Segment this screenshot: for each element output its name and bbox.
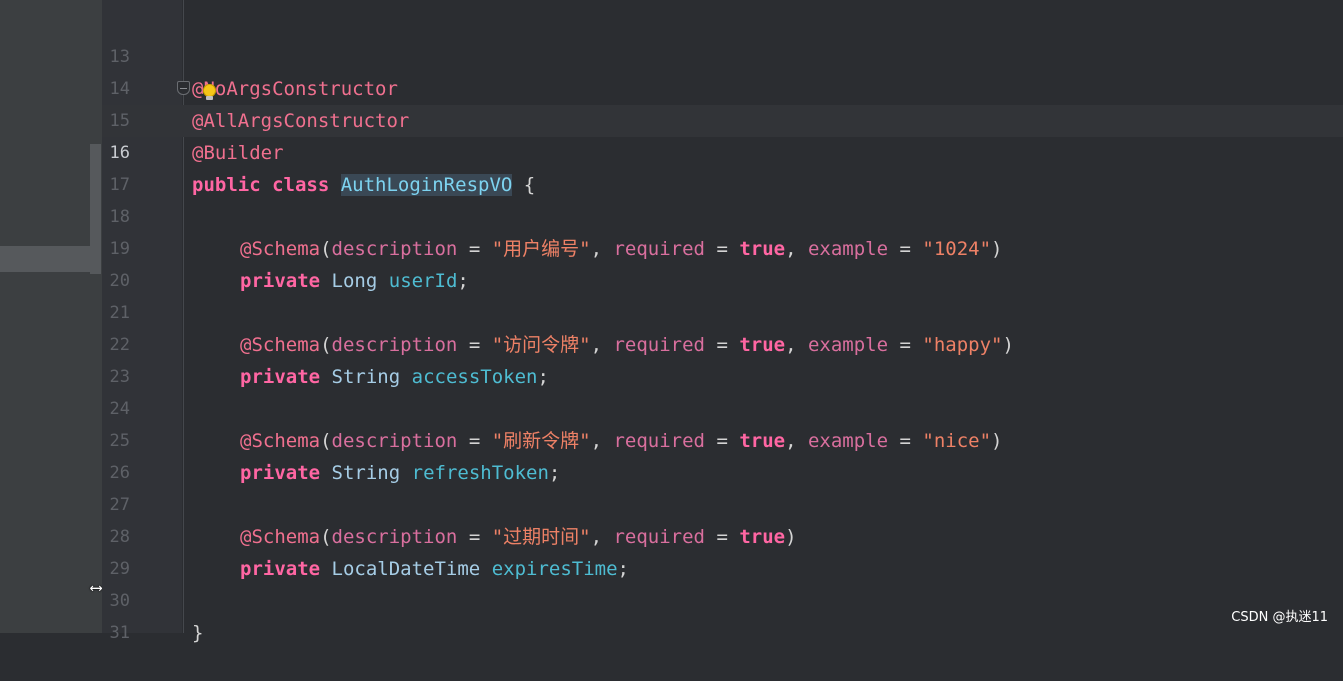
resize-cursor-icon: ⟷: [91, 578, 102, 598]
left-tool-panel: [0, 0, 102, 633]
code-line[interactable]: 25 private String refreshToken;: [102, 393, 1343, 484]
code-line[interactable]: 26: [102, 425, 1343, 483]
code-editor[interactable]: 13 @NoArgsConstructor 14 @AllArgsConstru…: [102, 0, 1343, 644]
code-line[interactable]: 24 @Schema(description = "刷新令牌", require…: [102, 361, 1343, 452]
code-line[interactable]: 17: [102, 137, 1343, 195]
code-line[interactable]: 16 public class AuthLoginRespVO {: [102, 105, 1343, 196]
lightbulb-base-icon: [206, 96, 213, 100]
code-line[interactable]: 31: [102, 585, 1343, 643]
line-number: 31: [109, 623, 130, 643]
code-line[interactable]: 13 @NoArgsConstructor: [102, 9, 1343, 100]
closing-brace: }: [192, 622, 204, 644]
code-line[interactable]: 15 @Builder: [102, 73, 1343, 164]
code-line[interactable]: 18 @Schema(description = "用户编号", require…: [102, 169, 1343, 260]
code-line[interactable]: 29: [102, 521, 1343, 579]
code-line[interactable]: 22 private String accessToken;: [102, 297, 1343, 388]
watermark: CSDN @执迷11: [1231, 610, 1328, 625]
fold-marker-icon[interactable]: [177, 81, 190, 95]
code-line[interactable]: 30 }: [102, 553, 1343, 644]
code-line[interactable]: 21 @Schema(description = "访问令牌", require…: [102, 265, 1343, 356]
code-line[interactable]: 14 @AllArgsConstructor: [102, 41, 1343, 132]
code-line[interactable]: 20: [102, 233, 1343, 291]
code-line[interactable]: 23: [102, 329, 1343, 387]
code-line[interactable]: 19 private Long userId;: [102, 201, 1343, 292]
panel-selection-band: [0, 246, 92, 272]
code-line[interactable]: 28 private LocalDateTime expiresTime;: [102, 489, 1343, 580]
code-line[interactable]: 27 @Schema(description = "过期时间", require…: [102, 457, 1343, 548]
panel-scrollbar-thumb[interactable]: [90, 144, 101, 274]
